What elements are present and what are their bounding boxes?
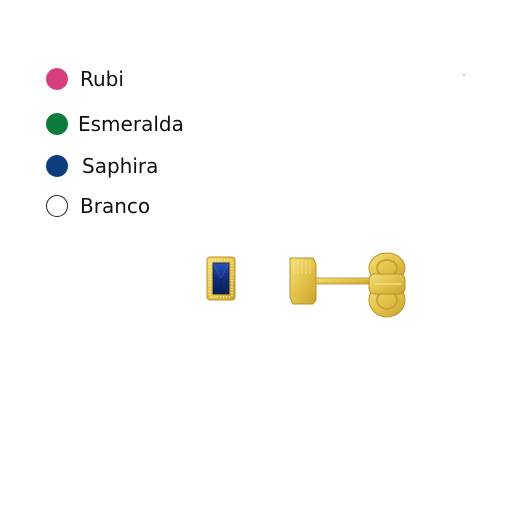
legend-label-branco: Branco — [80, 194, 151, 218]
legend-item-saphira: Saphira — [46, 155, 158, 177]
legend-item-esmeralda: Esmeralda — [46, 113, 184, 135]
legend-item-branco: Branco — [46, 195, 150, 217]
rubi-swatch — [46, 68, 68, 90]
earring-side-view — [289, 252, 406, 318]
legend-item-rubi: Rubi — [46, 68, 124, 90]
legend-label-saphira: Saphira — [82, 154, 159, 178]
legend-label-rubi: Rubi — [80, 67, 124, 91]
saphira-swatch — [46, 155, 68, 177]
earring-product-image — [206, 252, 406, 318]
esmeralda-swatch — [46, 113, 68, 135]
legend-label-esmeralda: Esmeralda — [78, 112, 184, 136]
branco-swatch — [46, 195, 68, 217]
speck-dot — [463, 74, 465, 76]
earring-front-view — [206, 256, 236, 301]
